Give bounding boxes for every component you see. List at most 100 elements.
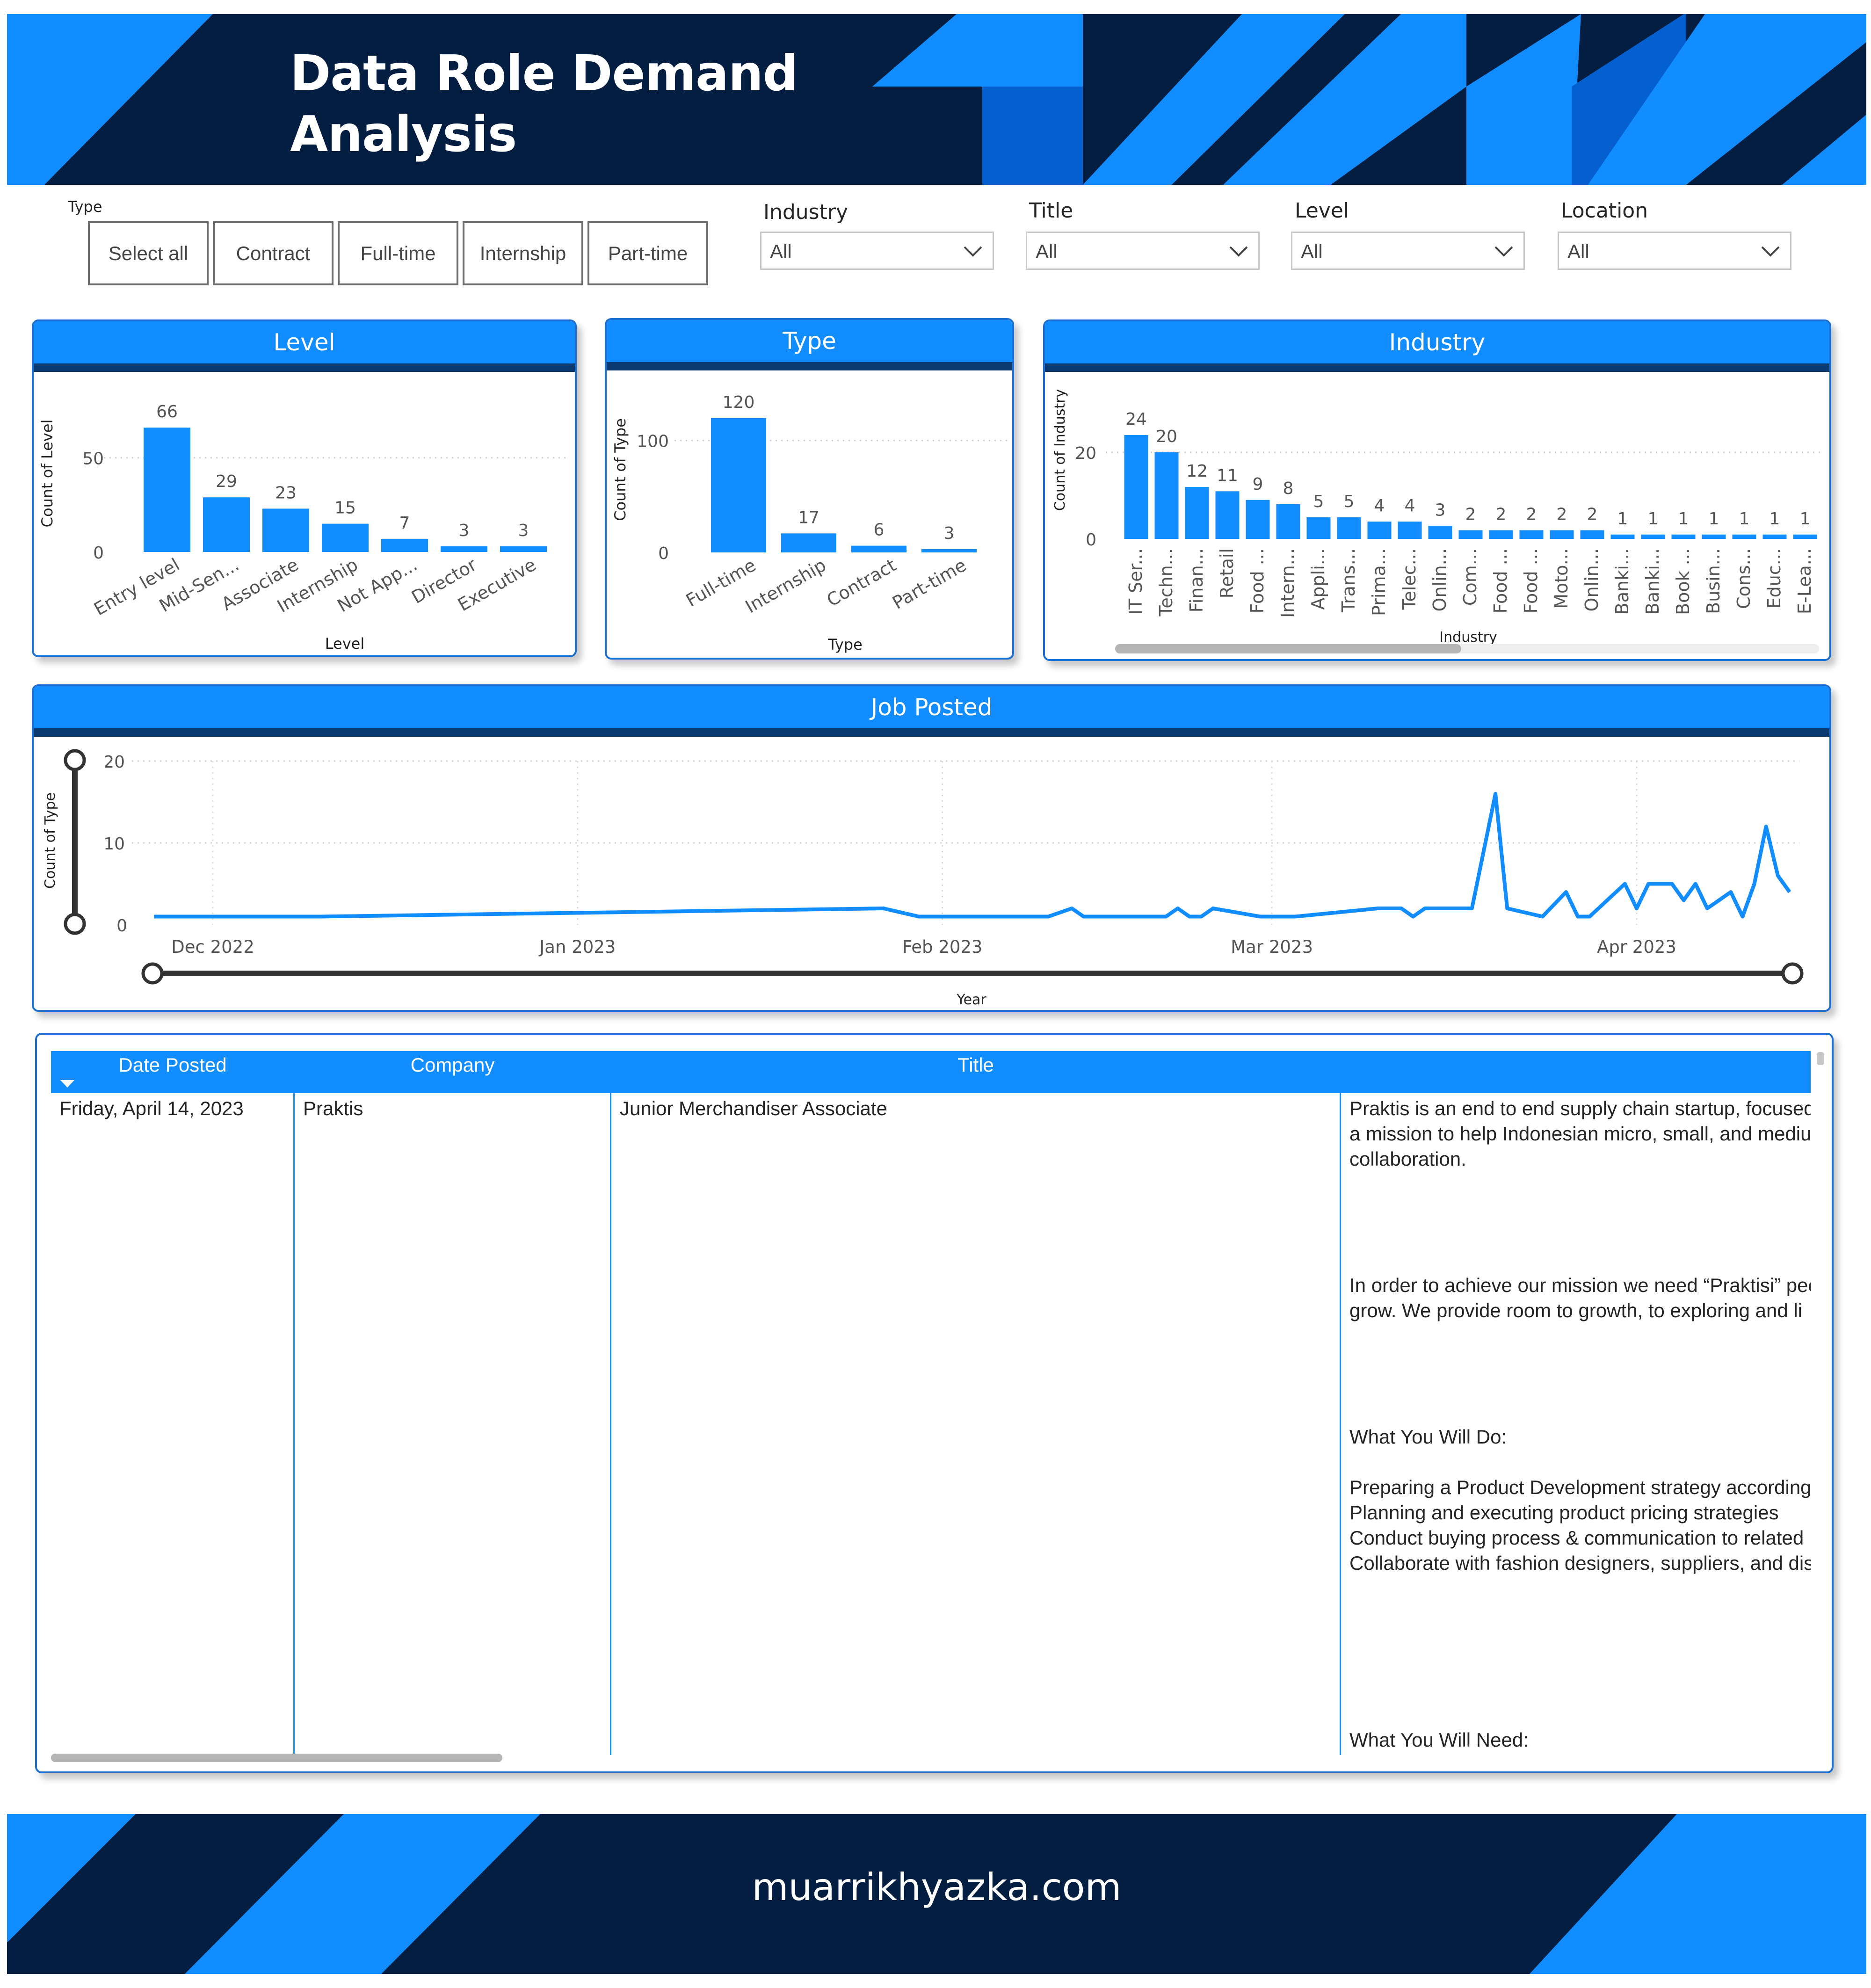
location-dropdown-value: All (1567, 240, 1589, 262)
data-label: 24 (1125, 410, 1147, 429)
data-label: 3 (1435, 501, 1446, 520)
x-axis-title: Year (956, 992, 986, 1008)
data-label: 2 (1526, 505, 1537, 524)
bar (851, 545, 906, 552)
data-label: 7 (399, 514, 410, 533)
cell-title: Junior Merchandiser Associate (620, 1097, 887, 1119)
industry-dropdown[interactable]: All (760, 232, 994, 270)
x-tick-label: Mar 2023 (1231, 937, 1313, 957)
bar (381, 538, 428, 552)
data-label: 6 (874, 521, 885, 540)
y-axis-title: Count of Industry (1052, 389, 1068, 511)
data-label: 9 (1253, 475, 1263, 494)
y-tick-label: 0 (658, 544, 669, 563)
level-dropdown-value: All (1301, 240, 1323, 262)
bar (921, 549, 977, 552)
y-tick-label: 20 (103, 753, 125, 772)
x-tick-label: Jan 2023 (538, 937, 616, 957)
x-tick-label: Internship (742, 555, 830, 617)
column-header-company[interactable]: Company (294, 1051, 611, 1093)
footer-banner: muarrikhyazka.com (7, 1814, 1866, 1974)
footer-website-link[interactable]: muarrikhyazka.com (7, 1865, 1866, 1909)
bar (1337, 517, 1361, 539)
x-tick-label: Prima... (1369, 548, 1389, 616)
type-option-contract[interactable]: Contract (213, 221, 334, 285)
horizontal-scrollbar[interactable] (51, 1754, 502, 1762)
bar (1732, 534, 1756, 539)
y-axis-title: Count of Type (611, 418, 629, 521)
x-tick-label: IT Ser... (1125, 548, 1146, 615)
chevron-down-icon (964, 246, 982, 257)
sort-descending-icon (60, 1080, 74, 1088)
type-option-internship[interactable]: Internship (463, 221, 583, 285)
location-dropdown[interactable]: All (1558, 232, 1791, 270)
column-header-date-posted-label: Date Posted (118, 1054, 227, 1076)
bar (1610, 534, 1635, 539)
type-option-full-time[interactable]: Full-time (338, 221, 458, 285)
bar (1124, 435, 1148, 539)
x-zoom-slider-handle (141, 962, 164, 985)
header-graphic (7, 14, 1866, 185)
type-option-select-all[interactable]: Select all (88, 221, 209, 285)
bar (1398, 522, 1422, 539)
x-tick-label: Trans... (1338, 548, 1359, 613)
x-tick-label: Part-time (889, 555, 970, 613)
cell-description: Praktis is an end to end supply chain st… (1349, 1097, 1811, 1751)
data-label: 5 (1344, 492, 1355, 511)
job-posted-line-chart: 0 10 20 Dec 2022 Jan 2023 Feb 2023 Mar 2023 Apr… (42, 749, 1804, 1008)
x-tick-label: Appli... (1308, 548, 1328, 610)
bar (1458, 530, 1483, 539)
bar (1671, 534, 1696, 539)
y-zoom-slider-handle (64, 749, 86, 771)
data-label: 1 (1709, 509, 1719, 529)
data-label: 4 (1374, 496, 1385, 515)
type-chart-card: Type 0 100 120 Full-time 17 Internship 6 Contra… (605, 318, 1014, 660)
x-tick-label: Apr 2023 (1597, 937, 1676, 957)
cell-company: Praktis (303, 1097, 363, 1119)
bar (500, 546, 547, 552)
type-slicer-label: Type (68, 198, 102, 216)
industry-bar-chart: 02024IT Ser...20Techn...12Finan...11Reta… (1052, 389, 1824, 653)
y-tick-label: 100 (637, 432, 669, 451)
data-label: 3 (944, 524, 955, 543)
chevron-down-icon (1761, 246, 1780, 257)
type-bar-chart: 0100120Full-time17Internship6Contract3Pa… (611, 393, 1009, 653)
vertical-scrollbar[interactable] (1817, 1052, 1824, 1065)
data-label: 1 (1648, 509, 1659, 529)
x-tick-label: Book ... (1673, 548, 1693, 615)
x-tick-label: Busin... (1703, 548, 1724, 614)
column-header-title[interactable]: Title (611, 1051, 1341, 1093)
bar (262, 508, 309, 552)
data-label: 1 (1617, 509, 1628, 529)
column-header-date-posted[interactable]: Date Posted (51, 1051, 294, 1093)
data-label: 15 (334, 499, 356, 518)
page-title: Data Role Demand Analysis (290, 43, 798, 165)
location-slicer-label: Location (1561, 199, 1648, 223)
bar (1702, 534, 1726, 539)
x-tick-label: Telec... (1399, 548, 1420, 610)
bar (1793, 534, 1817, 539)
x-tick-label: Feb 2023 (902, 937, 982, 957)
type-option-part-time[interactable]: Part-time (587, 221, 708, 285)
job-posted-chart-card: Job Posted 0 10 20 Dec 2022 Jan 2023 Feb 2023… (32, 684, 1831, 1012)
x-axis-title: Type (827, 636, 863, 653)
industry-chart-card: Industry 0 20 24 IT Ser... 20 Techn... 12 Finan… (1043, 319, 1831, 661)
x-zoom-slider-handle (1781, 962, 1804, 985)
bar (1367, 522, 1392, 539)
level-dropdown[interactable]: All (1291, 232, 1525, 270)
data-label: 5 (1313, 492, 1324, 511)
x-tick-label: Moto... (1551, 548, 1572, 609)
chevron-down-icon (1494, 246, 1513, 257)
title-dropdown[interactable]: All (1026, 232, 1260, 270)
bar (1580, 530, 1604, 539)
data-label: 1 (1800, 509, 1811, 529)
data-label: 2 (1587, 505, 1598, 524)
column-header-description[interactable] (1341, 1051, 1811, 1093)
x-tick-label: Food ... (1521, 548, 1541, 613)
x-tick-label: Educ... (1764, 548, 1784, 609)
data-label: 12 (1186, 462, 1208, 481)
data-label: 120 (723, 393, 755, 412)
title-dropdown-value: All (1036, 240, 1058, 262)
data-label: 1 (1678, 509, 1689, 529)
title-slicer-label: Title (1029, 199, 1073, 223)
